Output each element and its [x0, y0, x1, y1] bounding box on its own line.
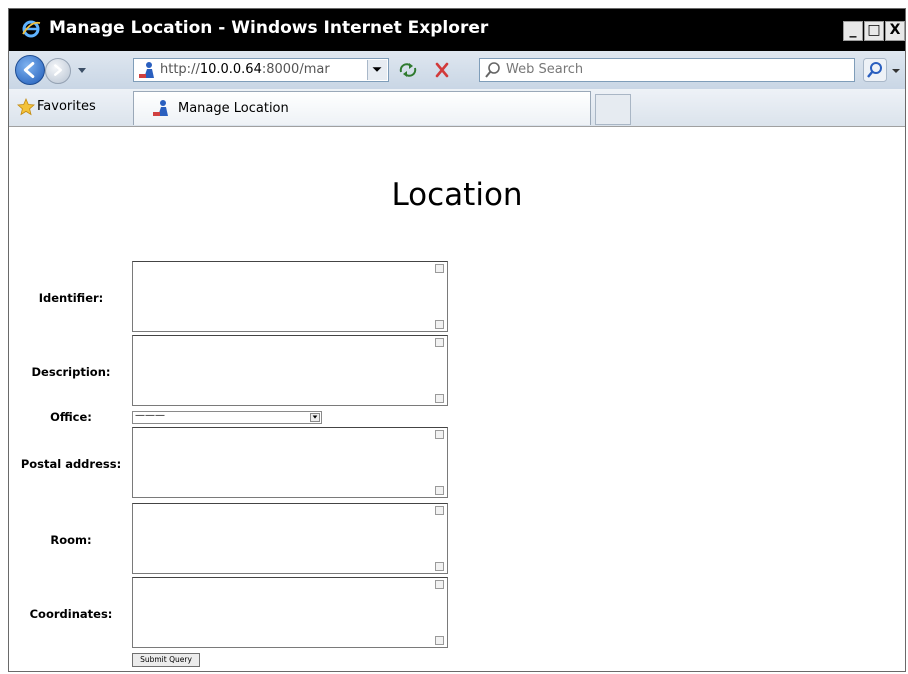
- favorites-bar: Favorites Manage Location: [9, 89, 905, 127]
- search-go-icon[interactable]: [863, 58, 887, 82]
- office-select[interactable]: ———: [132, 410, 322, 424]
- scroll-down-icon[interactable]: [435, 636, 444, 645]
- url-host: 10.0.0.64: [199, 62, 262, 77]
- scroll-up-icon[interactable]: [435, 430, 444, 439]
- address-url[interactable]: http://10.0.0.64:8000/mar: [160, 62, 366, 77]
- tab-label: Manage Location: [178, 101, 289, 116]
- office-selected-value: ———: [135, 410, 165, 421]
- identifier-scrollbar[interactable]: [433, 262, 447, 331]
- ie-logo-icon: [22, 20, 41, 38]
- room-label: Room:: [50, 533, 92, 547]
- search-icon: [485, 62, 500, 78]
- page-title: Location: [391, 177, 523, 213]
- search-options-dropdown-icon[interactable]: [889, 58, 903, 82]
- room-scrollbar[interactable]: [433, 504, 447, 573]
- office-label: Office:: [50, 410, 92, 424]
- maximize-button[interactable]: □: [864, 21, 884, 41]
- scroll-up-icon[interactable]: [435, 338, 444, 347]
- address-toolbar: http://10.0.0.64:8000/mar Web Search: [9, 51, 905, 90]
- chevron-down-icon: [372, 67, 382, 72]
- description-label: Description:: [31, 365, 111, 379]
- scroll-down-icon[interactable]: [435, 394, 444, 403]
- close-button[interactable]: X: [885, 21, 905, 41]
- postal-address-scrollbar[interactable]: [433, 428, 447, 497]
- favorites-button[interactable]: Favorites: [37, 99, 96, 114]
- forward-button[interactable]: [45, 58, 71, 84]
- address-dropdown-button[interactable]: [367, 60, 387, 80]
- page-person-icon: [153, 100, 168, 116]
- page-content: Location Identifier: Description: Office…: [9, 127, 905, 671]
- coordinates-scrollbar[interactable]: [433, 578, 447, 647]
- minimize-button[interactable]: _: [843, 21, 863, 41]
- url-prefix: http://: [160, 62, 200, 77]
- scroll-down-icon[interactable]: [435, 562, 444, 571]
- refresh-icon[interactable]: [397, 60, 419, 80]
- submit-button[interactable]: Submit Query: [132, 653, 200, 667]
- scroll-down-icon[interactable]: [435, 486, 444, 495]
- postal-address-field[interactable]: [132, 427, 448, 498]
- favorites-star-icon[interactable]: [17, 98, 35, 116]
- scroll-up-icon[interactable]: [435, 506, 444, 515]
- search-input[interactable]: Web Search: [479, 58, 855, 82]
- chevron-down-icon[interactable]: [310, 413, 320, 422]
- url-rest: :8000/mar: [261, 62, 330, 77]
- description-field[interactable]: [132, 335, 448, 406]
- browser-window: Manage Location - Windows Internet Explo…: [8, 8, 906, 672]
- back-button[interactable]: [15, 55, 45, 85]
- scroll-up-icon[interactable]: [435, 580, 444, 589]
- scroll-down-icon[interactable]: [435, 320, 444, 329]
- stop-icon[interactable]: [431, 60, 453, 80]
- address-bar[interactable]: http://10.0.0.64:8000/mar: [133, 58, 389, 82]
- description-scrollbar[interactable]: [433, 336, 447, 405]
- page-person-icon: [139, 62, 154, 78]
- coordinates-field[interactable]: [132, 577, 448, 648]
- select-arrow-glyph: [312, 415, 318, 419]
- coordinates-label: Coordinates:: [29, 607, 113, 621]
- window-title: Manage Location - Windows Internet Explo…: [49, 18, 489, 38]
- identifier-label: Identifier:: [38, 291, 104, 305]
- scroll-up-icon[interactable]: [435, 264, 444, 273]
- search-placeholder: Web Search: [506, 62, 584, 77]
- recent-pages-dropdown-icon[interactable]: [75, 61, 89, 79]
- room-field[interactable]: [132, 503, 448, 574]
- forward-arrow-icon: [54, 64, 62, 76]
- title-bar: Manage Location - Windows Internet Explo…: [9, 9, 905, 51]
- postal-address-label: Postal address:: [20, 457, 122, 471]
- back-arrow-icon: [23, 61, 35, 79]
- tab-manage-location[interactable]: Manage Location: [133, 91, 591, 125]
- identifier-field[interactable]: [132, 261, 448, 332]
- new-tab-button[interactable]: [595, 94, 631, 125]
